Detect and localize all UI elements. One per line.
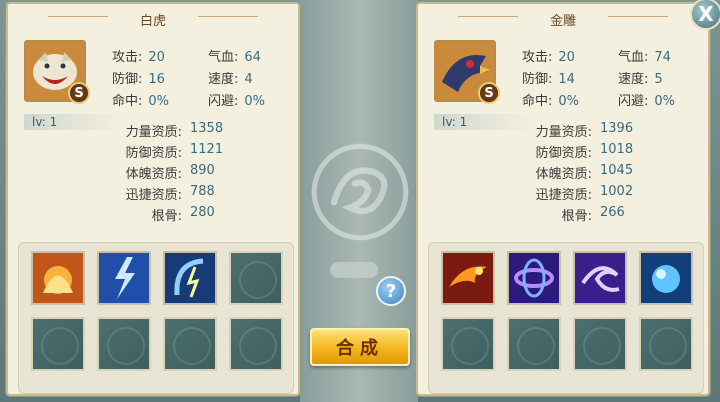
empty-slot-icon (173, 327, 211, 365)
stat-speed: 速度: 4 (208, 72, 253, 87)
pet-name: 金雕 (549, 14, 576, 29)
stat-hit: 命中: 0% (522, 94, 580, 109)
apt-strength-label: 力量资质: (125, 125, 182, 140)
stat-defense: 防御: 14 (522, 72, 575, 87)
apt-defense-value: 1121 (190, 142, 224, 157)
left-pet-panel: 白虎 S lv: 1 攻击: 20 气血: 64 防御: 16 速度: 4 命中: 0% … (6, 2, 300, 396)
skill-slot-1[interactable] (441, 251, 495, 305)
apt-agility-value: 788 (190, 184, 215, 199)
blue-orb-skill-icon (641, 253, 691, 303)
empty-slot-icon (583, 327, 621, 365)
empty-slot-icon (451, 327, 489, 365)
apt-defense-value: 1018 (600, 142, 634, 157)
stat-attack: 攻击: 20 (112, 50, 165, 65)
skill-slot-5[interactable] (441, 317, 495, 371)
skill-slot-8[interactable] (639, 317, 693, 371)
empty-slot-icon (239, 327, 277, 365)
empty-slot-icon (517, 327, 555, 365)
skill-slot-6[interactable] (97, 317, 151, 371)
stat-hit: 命中: 0% (112, 94, 170, 109)
stat-defense: 防御: 16 (112, 72, 165, 87)
center-lock-plate (330, 262, 378, 278)
apt-agility-value: 1002 (600, 184, 634, 199)
apt-physique-value: 1045 (600, 163, 634, 178)
empty-slot-icon (239, 261, 277, 299)
apt-root-value: 266 (600, 205, 625, 220)
apt-agility-label: 迅捷资质: (535, 188, 592, 203)
thunder-blade-skill-icon (165, 253, 215, 303)
grade-badge: S (478, 82, 500, 104)
stat-hp: 气血: 64 (208, 50, 261, 65)
apt-strength-value: 1358 (190, 121, 224, 136)
close-button[interactable]: X (690, 0, 720, 30)
skill-slot-2[interactable] (97, 251, 151, 305)
skill-slot-4[interactable] (229, 251, 283, 305)
purple-vortex-skill-icon (509, 253, 559, 303)
empty-slot-icon (107, 327, 145, 365)
fire-tiger-skill-icon (33, 253, 83, 303)
apt-root-label: 根骨: (561, 209, 592, 224)
pet-name: 白虎 (139, 14, 166, 29)
skill-slot-3[interactable] (573, 251, 627, 305)
dragon-emblem-icon (311, 143, 409, 241)
stat-attack: 攻击: 20 (522, 50, 575, 65)
phoenix-fire-skill-icon (443, 253, 493, 303)
skill-slot-4[interactable] (639, 251, 693, 305)
stat-speed: 速度: 5 (618, 72, 663, 87)
empty-slot-icon (649, 327, 687, 365)
empty-slot-icon (41, 327, 79, 365)
apt-defense-label: 防御资质: (125, 146, 182, 161)
apt-physique-label: 体魄资质: (535, 167, 592, 182)
apt-strength-value: 1396 (600, 121, 634, 136)
skill-slot-7[interactable] (573, 317, 627, 371)
stat-hp: 气血: 74 (618, 50, 671, 65)
skill-slot-6[interactable] (507, 317, 561, 371)
stat-dodge: 闪避: 0% (208, 94, 266, 109)
skill-grid (428, 242, 704, 394)
apt-physique-value: 890 (190, 163, 215, 178)
skill-slot-8[interactable] (229, 317, 283, 371)
apt-root-value: 280 (190, 205, 215, 220)
purple-wind-skill-icon (575, 253, 625, 303)
skill-slot-1[interactable] (31, 251, 85, 305)
stat-dodge: 闪避: 0% (618, 94, 676, 109)
apt-agility-label: 迅捷资质: (125, 188, 182, 203)
apt-physique-label: 体魄资质: (125, 167, 182, 182)
combine-button[interactable]: 合成 (310, 328, 410, 366)
right-pet-panel: 金雕 S lv: 1 攻击: 20 气血: 74 防御: 14 速度: 5 命中: 0% … (416, 2, 710, 396)
apt-defense-label: 防御资质: (535, 146, 592, 161)
skill-slot-7[interactable] (163, 317, 217, 371)
help-button[interactable]: ? (376, 276, 406, 306)
skill-grid (18, 242, 294, 394)
grade-badge: S (68, 82, 90, 104)
lightning-skill-icon (99, 253, 149, 303)
skill-slot-3[interactable] (163, 251, 217, 305)
skill-slot-5[interactable] (31, 317, 85, 371)
apt-strength-label: 力量资质: (535, 125, 592, 140)
skill-slot-2[interactable] (507, 251, 561, 305)
apt-root-label: 根骨: (151, 209, 182, 224)
